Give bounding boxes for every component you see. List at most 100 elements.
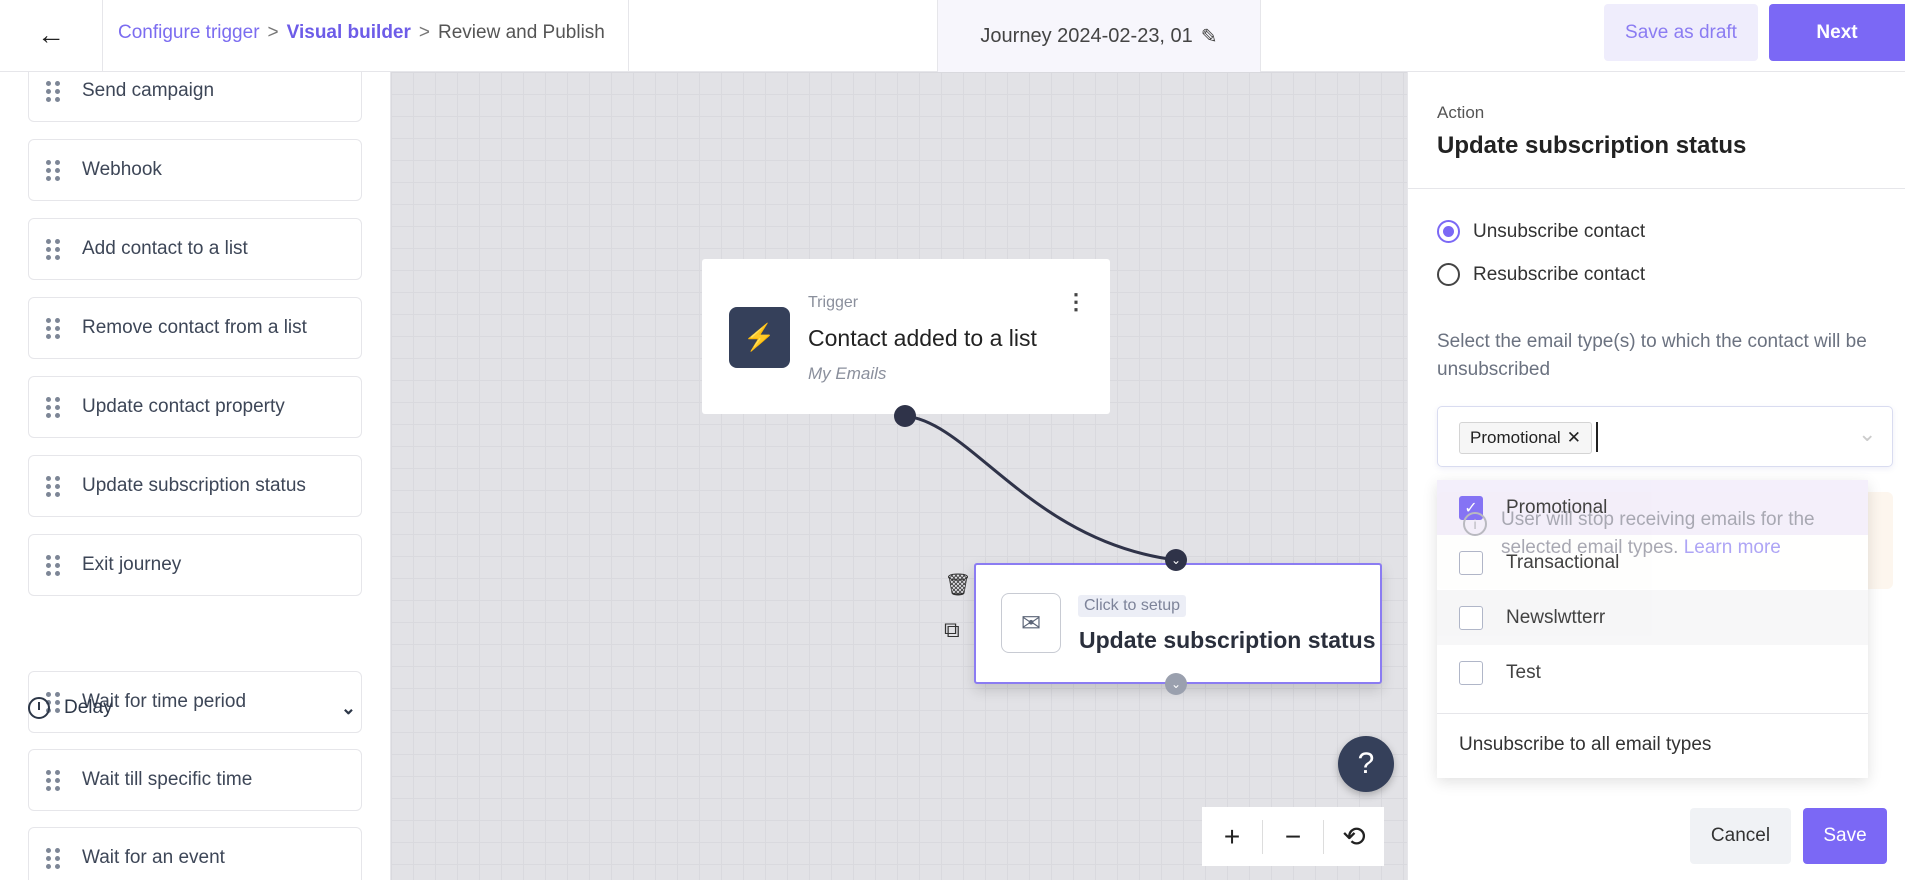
- email-type-dropdown: ✓ Promotional Transactional Newslwtterr Test…: [1437, 480, 1868, 778]
- unsubscribe-all-option[interactable]: Unsubscribe to all email types: [1459, 734, 1711, 756]
- email-subscription-icon: ✉: [1001, 593, 1061, 653]
- divider: [102, 0, 103, 72]
- divider: [628, 0, 629, 72]
- drag-handle-icon[interactable]: [46, 317, 62, 339]
- sidebar-item[interactable]: Wait for an event: [28, 827, 362, 880]
- action-settings-panel: Action Update subscription status Unsubs…: [1407, 72, 1905, 880]
- sidebar-item-label: Send campaign: [82, 80, 215, 101]
- sidebar-item[interactable]: Add contact to a list: [28, 218, 362, 280]
- text-cursor: [1596, 422, 1598, 452]
- radio-unsubscribe[interactable]: Unsubscribe contact: [1437, 220, 1645, 243]
- action-title: Update subscription status: [1079, 627, 1376, 653]
- checkbox[interactable]: [1459, 550, 1483, 575]
- option-label: Promotional: [1506, 496, 1608, 518]
- trigger-title: Contact added to a list: [808, 325, 1037, 351]
- lightning-icon: ⚡: [729, 307, 790, 368]
- breadcrumb: Configure trigger > Visual builder > Rev…: [118, 22, 605, 44]
- drag-handle-icon[interactable]: [46, 554, 62, 576]
- breadcrumb-separator: >: [267, 22, 279, 43]
- trash-icon[interactable]: 🗑: [944, 572, 972, 598]
- radio-label: Unsubscribe contact: [1473, 220, 1646, 242]
- sidebar-item[interactable]: Remove contact from a list: [28, 297, 362, 359]
- drag-handle-icon[interactable]: [46, 238, 62, 260]
- more-options-icon[interactable]: ⋮: [1065, 289, 1087, 315]
- drag-handle-icon[interactable]: [46, 80, 62, 102]
- copy-icon[interactable]: ⧉: [944, 617, 960, 643]
- drag-handle-icon[interactable]: [46, 847, 62, 869]
- connector-line: [904, 414, 1177, 562]
- delay-section-header[interactable]: Delay ⌄: [28, 694, 362, 722]
- trigger-node[interactable]: ⚡ Trigger Contact added to a list My Ema…: [702, 259, 1110, 414]
- trigger-label: Trigger: [808, 294, 859, 311]
- dropdown-option[interactable]: Newslwtterr: [1437, 590, 1868, 645]
- radio-resubscribe[interactable]: Resubscribe contact: [1437, 263, 1645, 286]
- sidebar-item-label: Update subscription status: [82, 475, 306, 496]
- breadcrumb-configure-trigger[interactable]: Configure trigger: [118, 22, 260, 44]
- divider: [1437, 713, 1868, 714]
- sidebar-item[interactable]: Send campaign: [28, 72, 362, 122]
- breadcrumb-visual-builder[interactable]: Visual builder: [287, 22, 411, 44]
- clock-icon: [28, 697, 50, 719]
- drag-handle-icon[interactable]: [46, 159, 62, 181]
- breadcrumb-separator: >: [418, 22, 430, 43]
- option-label: Test: [1506, 661, 1541, 683]
- selected-chip: Promotional ✕: [1459, 422, 1592, 454]
- drag-handle-icon[interactable]: [46, 396, 62, 418]
- sidebar-item-label: Remove contact from a list: [82, 317, 307, 338]
- email-type-select[interactable]: Promotional ✕ ⌄: [1437, 406, 1893, 467]
- trigger-subtitle: My Emails: [808, 364, 887, 383]
- dropdown-option[interactable]: Transactional: [1437, 535, 1868, 590]
- option-label: Transactional: [1506, 551, 1620, 573]
- radio-label: Resubscribe contact: [1473, 263, 1646, 285]
- cancel-button[interactable]: Cancel: [1690, 808, 1791, 864]
- save-button[interactable]: Save: [1803, 808, 1887, 864]
- drag-handle-icon[interactable]: [46, 475, 62, 497]
- sidebar-item-label: Update contact property: [82, 396, 285, 417]
- sidebar-item[interactable]: Update contact property: [28, 376, 362, 438]
- journey-title[interactable]: Journey 2024-02-23, 01 ✎: [937, 0, 1261, 72]
- action-node[interactable]: ✉ Click to setup Update subscription sta…: [974, 563, 1382, 684]
- next-button[interactable]: Next: [1769, 4, 1905, 61]
- action-sidebar: Send campaign Webhook Add contact to a lis…: [0, 72, 391, 880]
- radio-button[interactable]: [1437, 220, 1460, 243]
- checkbox[interactable]: [1459, 605, 1483, 630]
- help-button[interactable]: ?: [1338, 736, 1394, 792]
- journey-canvas[interactable]: ⚡ Trigger Contact added to a list My Ema…: [391, 72, 1407, 880]
- sidebar-item[interactable]: Webhook: [28, 139, 362, 201]
- reset-view-icon[interactable]: ⟲: [1324, 820, 1384, 854]
- drag-handle-icon[interactable]: [46, 769, 62, 791]
- top-header: ← Configure trigger > Visual builder > R…: [0, 0, 1905, 72]
- checkbox[interactable]: ✓: [1459, 495, 1483, 520]
- save-as-draft-button[interactable]: Save as draft: [1604, 4, 1758, 61]
- dropdown-option[interactable]: ✓ Promotional: [1437, 480, 1868, 535]
- chip-label: Promotional: [1470, 428, 1561, 447]
- chevron-down-icon[interactable]: ⌄: [1165, 673, 1187, 695]
- sidebar-item-label: Exit journey: [82, 554, 182, 575]
- chevron-down-icon[interactable]: ⌄: [341, 698, 356, 719]
- chevron-down-icon[interactable]: ⌄: [1858, 421, 1876, 447]
- breadcrumb-review-publish[interactable]: Review and Publish: [438, 22, 605, 44]
- radio-button[interactable]: [1437, 263, 1460, 286]
- sidebar-item[interactable]: Exit journey: [28, 534, 362, 596]
- chevron-down-icon[interactable]: ⌄: [1165, 549, 1187, 571]
- panel-label: Action: [1437, 103, 1485, 122]
- sidebar-item-label: Wait till specific time: [82, 769, 253, 790]
- zoom-in-button[interactable]: +: [1202, 819, 1263, 854]
- option-label: Newslwtterr: [1506, 606, 1606, 628]
- back-arrow-icon[interactable]: ←: [34, 18, 68, 52]
- trigger-output-handle[interactable]: [894, 405, 916, 427]
- sidebar-item[interactable]: Wait till specific time: [28, 749, 362, 811]
- zoom-controls: + − ⟲: [1202, 807, 1384, 866]
- sidebar-item-label: Add contact to a list: [82, 238, 248, 259]
- pencil-icon[interactable]: ✎: [1201, 24, 1218, 49]
- sidebar-item[interactable]: Update subscription status: [28, 455, 362, 517]
- zoom-out-button[interactable]: −: [1263, 819, 1324, 854]
- panel-title: Update subscription status: [1437, 132, 1747, 159]
- checkbox[interactable]: [1459, 660, 1483, 685]
- click-to-setup-badge: Click to setup: [1078, 595, 1187, 617]
- help-text: Select the email type(s) to which the co…: [1437, 331, 1867, 380]
- divider: [1408, 188, 1905, 189]
- dropdown-option[interactable]: Test: [1437, 645, 1868, 700]
- remove-chip-icon[interactable]: ✕: [1567, 428, 1581, 448]
- sidebar-item-label: Wait for an event: [82, 847, 225, 868]
